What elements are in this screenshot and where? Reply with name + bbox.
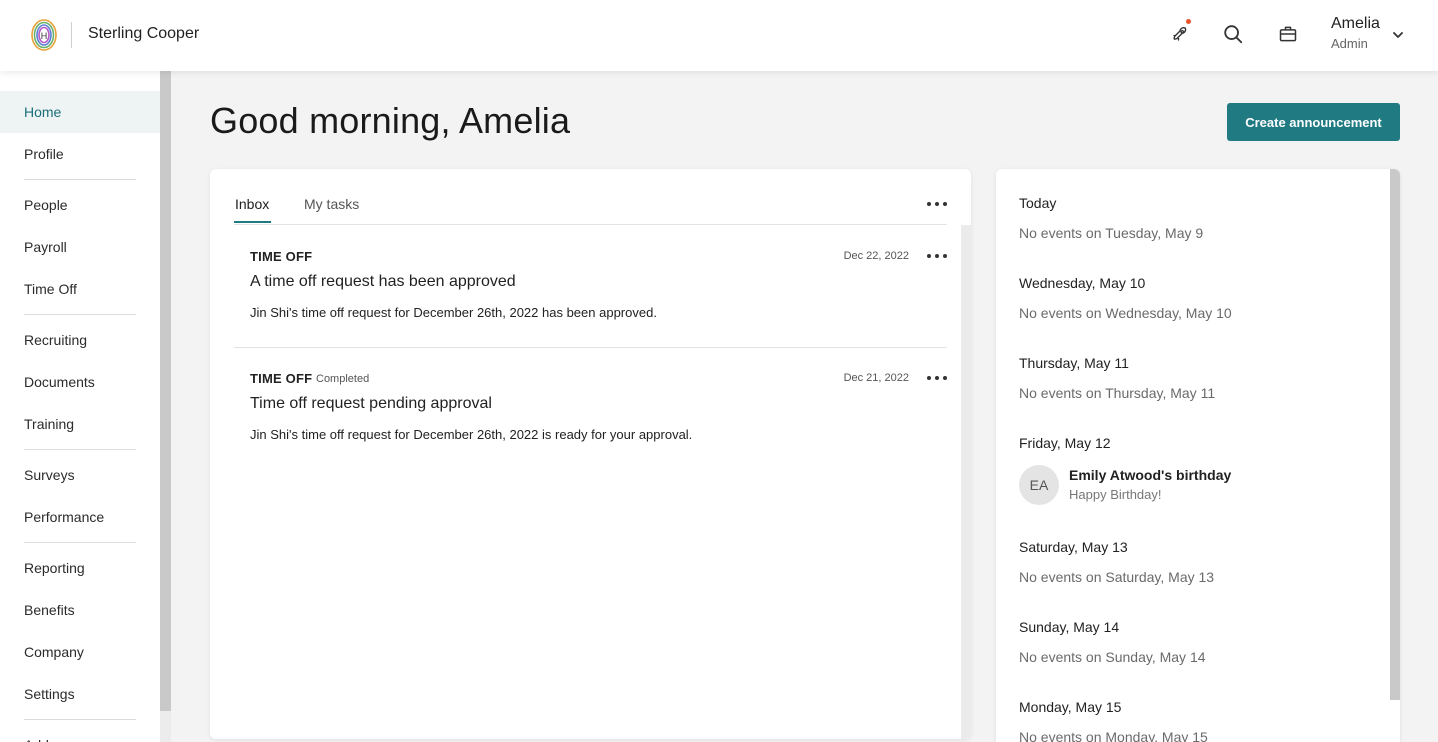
item-date: Dec 22, 2022 [843, 250, 909, 262]
calendar-date: Today [1019, 195, 1057, 211]
inbox-card: Inbox My tasks TIME OFF Dec 22, 2022 A t… [210, 169, 971, 739]
tab-inbox[interactable]: Inbox [235, 196, 269, 212]
sidebar-scrollbar[interactable] [160, 71, 171, 711]
sidebar-item-add[interactable]: Add... [0, 724, 160, 742]
sidebar-item-home[interactable]: Home [0, 91, 160, 133]
calendar-empty-text: No events on Wednesday, May 10 [1019, 305, 1232, 321]
calendar-empty-text: No events on Tuesday, May 9 [1019, 225, 1204, 241]
company-name: Sterling Cooper [88, 25, 200, 42]
top-bar: H Sterling Cooper Amelia Admin [0, 0, 1438, 71]
sidebar-divider [24, 542, 136, 543]
item-body: Jin Shi's time off request for December … [250, 427, 693, 442]
inbox-more-icon[interactable] [927, 197, 947, 211]
active-tab-indicator [234, 221, 271, 223]
briefcase-icon[interactable] [1274, 20, 1302, 48]
user-menu[interactable]: Amelia Admin [1331, 15, 1380, 51]
sidebar-scrollbar-track [160, 711, 171, 742]
create-announcement-button[interactable]: Create announcement [1227, 103, 1400, 141]
sidebar-item-training[interactable]: Training [0, 403, 160, 445]
item-status: Completed [316, 373, 370, 385]
notification-dot [1186, 19, 1191, 24]
item-date: Dec 21, 2022 [843, 372, 909, 384]
sidebar: Home Profile People Payroll Time Off Rec… [0, 71, 160, 742]
calendar-date: Friday, May 12 [1019, 435, 1111, 451]
sidebar-divider [24, 314, 136, 315]
calendar-date: Wednesday, May 10 [1019, 275, 1146, 291]
sidebar-item-recruiting[interactable]: Recruiting [0, 319, 160, 361]
sidebar-divider [24, 449, 136, 450]
event-title[interactable]: Emily Atwood's birthday [1069, 467, 1231, 483]
svg-text:H: H [41, 31, 48, 41]
user-name: Amelia [1331, 15, 1380, 32]
calendar-date: Saturday, May 13 [1019, 539, 1128, 555]
avatar[interactable]: EA [1019, 465, 1059, 505]
item-divider [234, 347, 947, 348]
logo-icon[interactable]: H [30, 18, 58, 52]
calendar-date: Thursday, May 11 [1019, 355, 1129, 371]
sidebar-item-benefits[interactable]: Benefits [0, 589, 160, 631]
item-category: TIME OFF [250, 371, 313, 386]
sidebar-item-time-off[interactable]: Time Off [0, 268, 160, 310]
calendar-empty-text: No events on Saturday, May 13 [1019, 569, 1215, 585]
rocket-icon[interactable] [1166, 20, 1194, 48]
calendar-empty-text: No events on Monday, May 15 [1019, 729, 1208, 742]
inbox-scrollbar[interactable] [961, 225, 971, 739]
sidebar-item-settings[interactable]: Settings [0, 673, 160, 715]
tab-my-tasks[interactable]: My tasks [304, 196, 359, 212]
search-icon[interactable] [1219, 20, 1247, 48]
sidebar-item-documents[interactable]: Documents [0, 361, 160, 403]
calendar-card: Today No events on Tuesday, May 9 Wednes… [996, 169, 1400, 742]
sidebar-divider [24, 719, 136, 720]
chevron-down-icon[interactable] [1391, 28, 1405, 42]
brand-divider [71, 22, 72, 48]
sidebar-divider [24, 179, 136, 180]
sidebar-item-profile[interactable]: Profile [0, 133, 160, 175]
calendar-empty-text: No events on Thursday, May 11 [1019, 385, 1216, 401]
sidebar-item-payroll[interactable]: Payroll [0, 226, 160, 268]
calendar-date: Monday, May 15 [1019, 699, 1122, 715]
calendar-date: Sunday, May 14 [1019, 619, 1120, 635]
sidebar-item-performance[interactable]: Performance [0, 496, 160, 538]
item-title[interactable]: Time off request pending approval [250, 395, 492, 413]
item-title[interactable]: A time off request has been approved [250, 273, 516, 291]
tabs-divider [234, 224, 947, 225]
user-role: Admin [1331, 36, 1368, 51]
calendar-scrollbar[interactable] [1390, 169, 1400, 700]
calendar-empty-text: No events on Sunday, May 14 [1019, 649, 1206, 665]
item-category: TIME OFF [250, 249, 313, 264]
sidebar-item-people[interactable]: People [0, 184, 160, 226]
sidebar-item-company[interactable]: Company [0, 631, 160, 673]
page-title: Good morning, Amelia [210, 100, 571, 141]
item-more-icon[interactable] [927, 371, 947, 385]
event-subtitle: Happy Birthday! [1069, 487, 1162, 502]
sidebar-item-surveys[interactable]: Surveys [0, 454, 160, 496]
item-more-icon[interactable] [927, 249, 947, 263]
item-body: Jin Shi's time off request for December … [250, 305, 657, 320]
sidebar-item-reporting[interactable]: Reporting [0, 547, 160, 589]
